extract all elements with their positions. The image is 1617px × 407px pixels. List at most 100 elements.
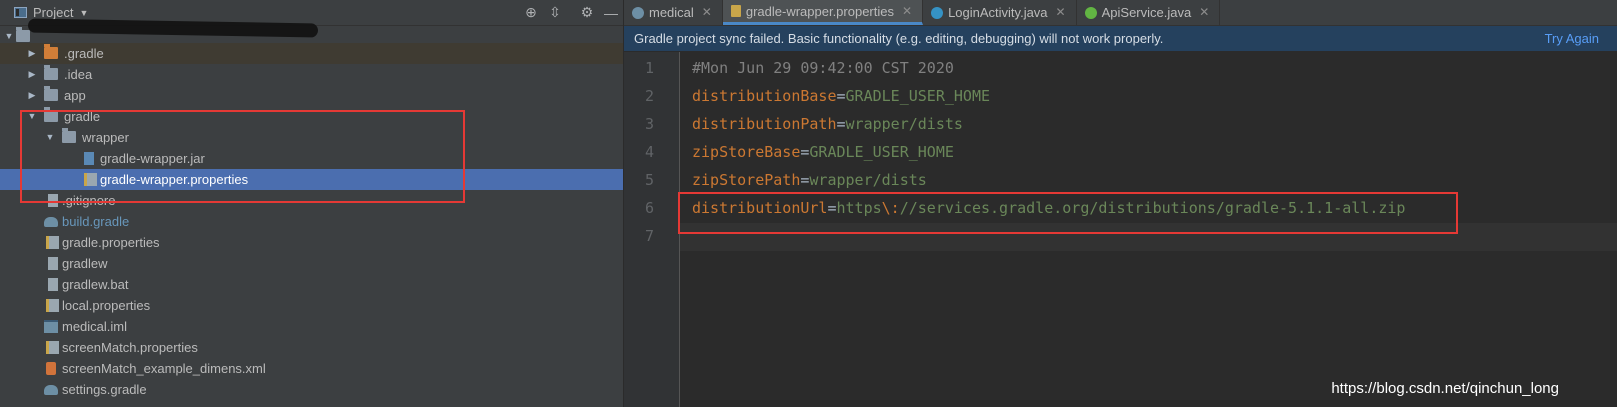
tab-medical[interactable]: medical ✕ [624,0,723,25]
tab-login-activity[interactable]: LoginActivity.java ✕ [923,0,1077,25]
close-icon[interactable]: ✕ [702,0,712,25]
sync-failed-banner: Gradle project sync failed. Basic functi… [624,26,1617,51]
property-key: distributionUrl [692,199,828,217]
property-key: distributionPath [692,115,837,133]
tree-row[interactable]: ▶ app [0,85,623,106]
equals-sign: = [836,115,846,133]
collapse-arrow-icon[interactable]: ▶ [27,85,37,106]
tree-row-selected[interactable]: gradle-wrapper.properties [0,169,623,190]
escape-sequence: \: [881,199,900,217]
tab-gradle-wrapper-properties[interactable]: gradle-wrapper.properties ✕ [722,0,924,25]
code-line: distributionBase=GRADLE_USER_HOME [692,87,990,105]
hide-icon[interactable]: — [599,5,623,21]
property-value: wrapper/dists [845,115,963,133]
current-line-highlight [680,223,1617,251]
line-number: 4 [644,143,654,161]
collapse-arrow-icon[interactable]: ▶ [27,64,37,85]
line-number: 6 [644,199,654,217]
tree-row-root[interactable]: ▼ [0,18,623,43]
code-line-comment: #Mon Jun 29 09:42:00 CST 2020 [692,59,954,77]
code-line: zipStorePath=wrapper/dists [692,171,927,189]
code-line-distribution-url: distributionUrl=https\://services.gradle… [692,199,1405,217]
tab-api-service[interactable]: ApiService.java ✕ [1077,0,1221,25]
folder-orange-icon [44,44,58,59]
collapse-arrow-icon[interactable]: ▶ [27,43,37,64]
tree-row[interactable]: settings.gradle [0,379,623,400]
line-number: 5 [644,171,654,189]
tree-row[interactable]: medical.iml [0,316,623,337]
class-icon [931,6,944,19]
project-window-icon [14,7,27,18]
close-icon[interactable]: ✕ [902,0,912,24]
text-file-icon [48,278,58,291]
equals-sign: = [827,199,837,217]
property-value: GRADLE_USER_HOME [809,143,954,161]
tree-row[interactable]: gradlew [0,253,623,274]
tree-label: medical.iml [62,319,128,334]
line-number: 1 [644,59,654,77]
folder-icon [44,65,58,80]
tree-label: gradlew [62,256,108,271]
tree-label: gradle-wrapper.properties [100,172,249,187]
tree-row[interactable]: local.properties [0,295,623,316]
tree-row[interactable]: screenMatch.properties [0,337,623,358]
tree-label: app [64,88,86,103]
tree-label: gradlew.bat [62,277,129,292]
line-number: 3 [644,115,654,133]
tab-label: LoginActivity.java [948,5,1048,20]
xml-file-icon [46,362,56,375]
tree-row[interactable]: ▶ .idea [0,64,623,85]
tree-label: settings.gradle [62,382,147,397]
tab-label: gradle-wrapper.properties [745,3,894,19]
collapse-icon[interactable]: ⇳ [543,4,567,21]
watermark: https://blog.csdn.net/qinchun_long [1331,380,1559,397]
tree-label: screenMatch_example_dimens.xml [62,361,266,376]
folder-icon [62,128,76,143]
try-again-link[interactable]: Try Again [1545,26,1599,51]
properties-file-icon [46,299,59,312]
gradle-file-icon [632,6,644,19]
property-value: GRADLE_USER_HOME [845,87,991,105]
tab-label: ApiService.java [1101,5,1192,20]
line-gutter: 1 2 3 4 5 6 7 [624,52,680,407]
tree-label: gradle-wrapper.jar [100,151,205,166]
tree-row[interactable]: gradle.properties [0,232,623,253]
text-file-icon [48,257,58,270]
gear-icon[interactable]: ⚙ [575,4,599,21]
tree-row[interactable]: build.gradle [0,211,623,232]
code-line: zipStoreBase=GRADLE_USER_HOME [692,143,954,161]
tree-row[interactable]: ▶ .gradle [0,43,623,64]
close-icon[interactable]: ✕ [1199,0,1209,25]
tree-row[interactable]: ▼ gradle [0,106,623,127]
editor-tabs: medical ✕ gradle-wrapper.properties ✕ Lo… [624,0,1617,26]
property-key: zipStorePath [692,171,801,189]
property-key: distributionBase [692,87,837,105]
project-panel: Project ▼ ⊕ ⇳ ⚙ — ▼ ▶ .gradle ▶ .idea ▶ [0,0,624,407]
code-editor[interactable]: 1 2 3 4 5 6 7 #Mon Jun 29 09:42:00 CST 2… [624,52,1617,407]
tree-row[interactable]: gradle-wrapper.jar [0,148,623,169]
folder-icon [44,107,58,122]
gradle-file-icon [44,217,58,227]
tree-row[interactable]: gradlew.bat [0,274,623,295]
tree-label: screenMatch.properties [62,340,198,355]
close-icon[interactable]: ✕ [1056,0,1066,25]
tree-label: gradle [64,109,101,124]
tree-row[interactable]: .gitignore [0,190,623,211]
tree-row[interactable]: ▼ wrapper [0,127,623,148]
crosshair-icon[interactable]: ⊕ [519,4,543,21]
interface-icon [1084,6,1097,19]
tree-label: local.properties [62,298,151,313]
tab-label: medical [649,5,694,20]
tree-label: gradle.properties [62,235,160,250]
chevron-down-icon: ▼ [79,7,89,18]
project-view-selector[interactable]: Project ▼ [0,5,88,20]
property-value: https [836,199,882,217]
expand-arrow-icon[interactable]: ▼ [27,106,37,127]
tree-row[interactable]: screenMatch_example_dimens.xml [0,358,623,379]
equals-sign: = [836,87,846,105]
properties-file-icon [730,5,741,17]
property-key: zipStoreBase [692,143,801,161]
properties-file-icon [84,173,97,186]
banner-message: Gradle project sync failed. Basic functi… [634,31,1164,46]
expand-arrow-icon[interactable]: ▼ [45,127,55,148]
